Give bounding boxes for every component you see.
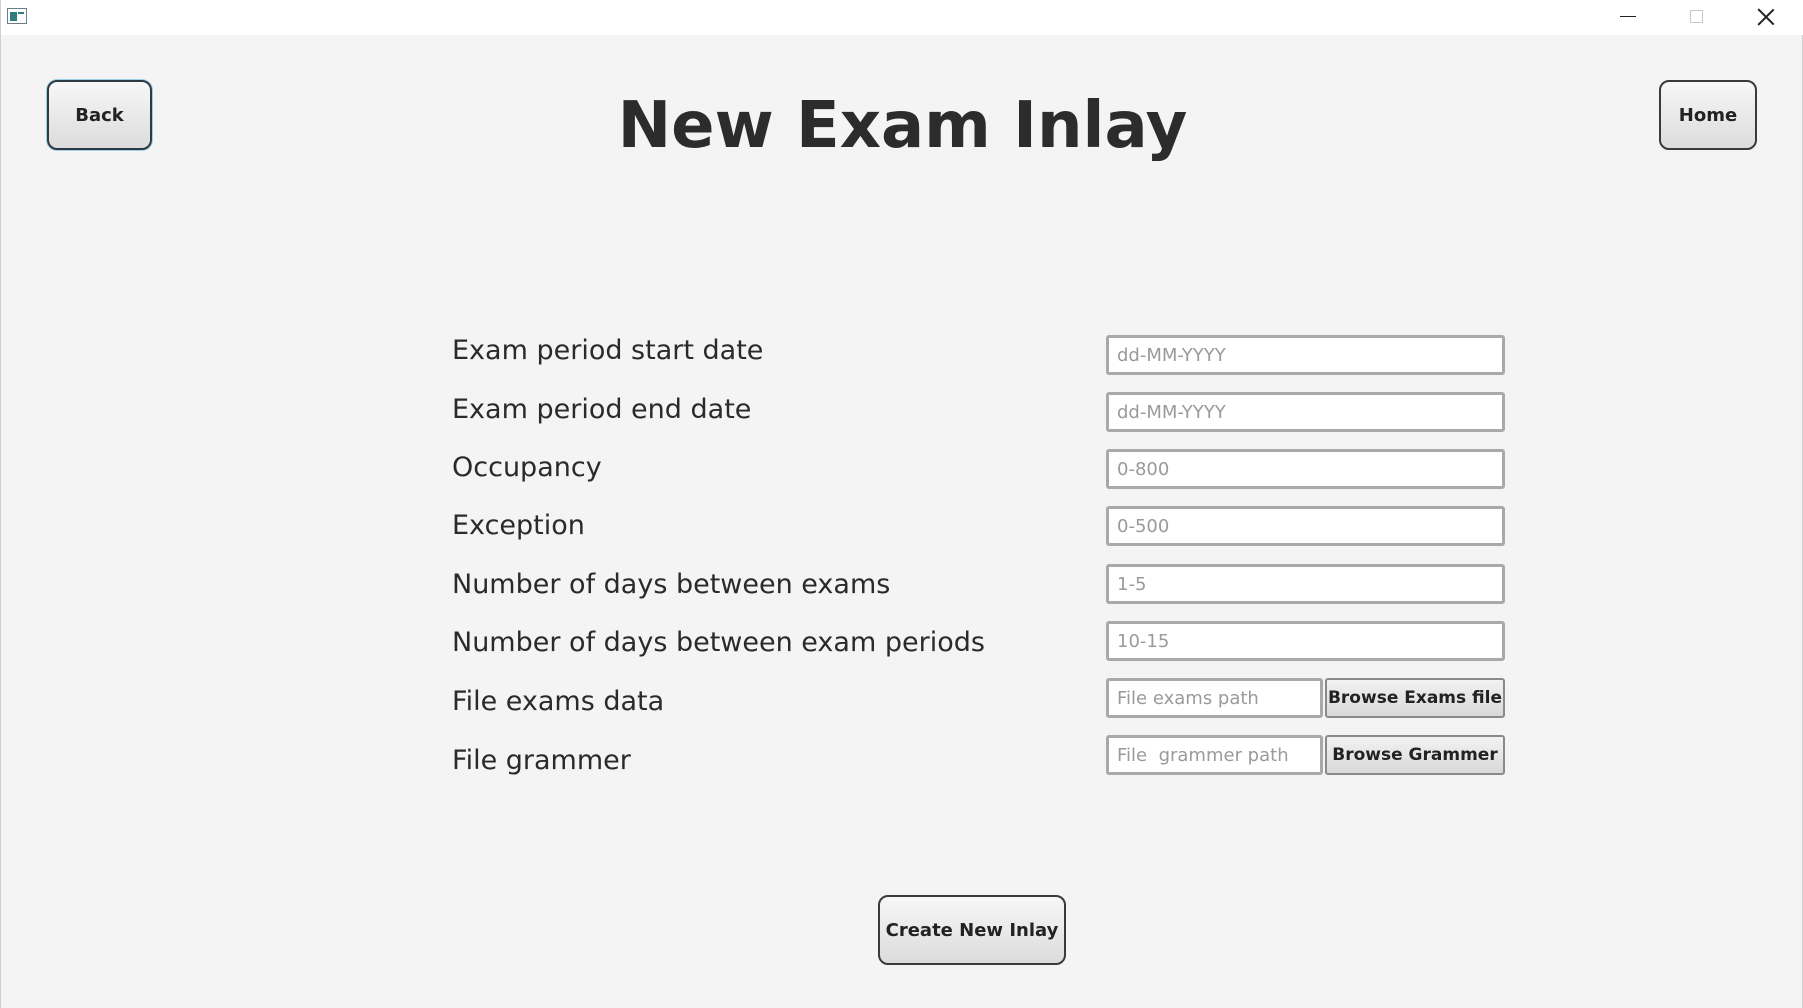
maximize-icon [1689, 10, 1703, 23]
occupancy-label: Occupancy [452, 452, 602, 483]
exams-file-path-input[interactable] [1106, 678, 1323, 718]
close-button[interactable] [1733, 0, 1799, 33]
app-window: Back New Exam Inlay Home Exam period sta… [0, 0, 1803, 1008]
browse-exams-file-button[interactable]: Browse Exams file [1325, 678, 1505, 718]
title-bar [1, 0, 1803, 35]
maximize-button[interactable] [1663, 0, 1729, 33]
start-date-label: Exam period start date [452, 335, 764, 366]
exams-file-label: File exams data [452, 686, 665, 717]
minimize-icon [1620, 16, 1636, 17]
days-between-exams-input[interactable] [1106, 564, 1505, 604]
home-button[interactable]: Home [1659, 80, 1757, 150]
days-between-periods-input[interactable] [1106, 621, 1505, 661]
end-date-input[interactable] [1106, 392, 1505, 432]
occupancy-input[interactable] [1106, 449, 1505, 489]
end-date-label: Exam period end date [452, 394, 752, 425]
grammar-file-path-input[interactable] [1106, 735, 1323, 775]
page-title: New Exam Inlay [617, 89, 1188, 163]
exception-label: Exception [452, 510, 585, 541]
minimize-button[interactable] [1595, 0, 1661, 33]
browse-grammar-button[interactable]: Browse Grammer [1325, 735, 1505, 775]
grammar-file-label: File grammer [452, 745, 631, 776]
start-date-input[interactable] [1106, 335, 1505, 375]
close-icon [1757, 8, 1775, 26]
app-window-icon [7, 8, 27, 24]
days-between-periods-label: Number of days between exam periods [452, 627, 985, 658]
exception-input[interactable] [1106, 506, 1505, 546]
create-new-inlay-button[interactable]: Create New Inlay [878, 895, 1066, 965]
days-between-exams-label: Number of days between exams [452, 569, 891, 600]
